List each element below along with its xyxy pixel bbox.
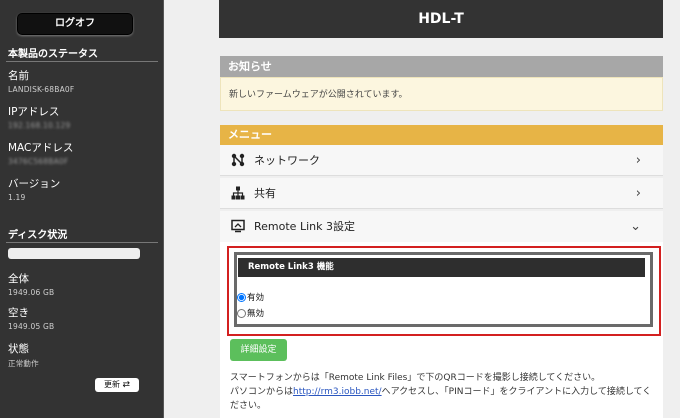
logoff-button[interactable]: ログオフ: [17, 13, 133, 35]
disk-usage-bar: [8, 248, 140, 259]
disk-title: ディスク状況: [8, 230, 68, 241]
menu-item-label: ネットワーク: [254, 154, 320, 167]
help-suffix: へアクセスし、「PINコード」をクライアントに入力して接続してく: [381, 387, 652, 397]
menu-item-label: Remote Link 3設定: [254, 220, 355, 233]
chevron-down-icon: ⌄: [630, 219, 641, 234]
mac-label: MACアドレス: [8, 142, 74, 154]
refresh-icon: ⇄: [122, 380, 131, 390]
help-text-pc: パソコンからはhttp://rm3.iobb.net/へアクセスし、「PINコー…: [230, 384, 651, 397]
disabled-label: 無効: [247, 309, 265, 319]
refresh-label: 更新: [103, 380, 120, 389]
detail-settings-button[interactable]: 詳細設定: [230, 339, 287, 361]
free-label: 空き: [8, 307, 29, 319]
refresh-button[interactable]: 更新 ⇄: [95, 378, 139, 392]
help-text-end: ださい。: [230, 401, 267, 411]
chevron-right-icon: ›: [635, 153, 641, 168]
remote-link-url[interactable]: http://rm3.iobb.net/: [293, 387, 382, 397]
status-title: 本製品のステータス: [8, 49, 98, 60]
help-text-smartphone: スマートフォンからは「Remote Link Files」で下のQRコードを撮影…: [230, 373, 601, 383]
news-title: お知らせ: [220, 56, 663, 77]
total-label: 全体: [8, 273, 29, 285]
menu-item-share[interactable]: 共有 ›: [220, 178, 663, 209]
name-value: LANDISK-68BA0F: [8, 85, 75, 94]
disabled-radio[interactable]: [237, 308, 246, 318]
share-icon: [231, 186, 245, 200]
sidebar: ログオフ 本製品のステータス 名前 LANDISK-68BA0F IPアドレス …: [0, 0, 164, 418]
total-value: 1949.06 GB: [8, 288, 55, 297]
news-message: 新しいファームウェアが公開されています。: [220, 77, 663, 111]
version-label: バージョン: [8, 178, 61, 190]
divider: [6, 61, 158, 62]
menu-item-remote-link[interactable]: Remote Link 3設定 ⌄: [220, 211, 663, 242]
chevron-right-icon: ›: [635, 186, 641, 201]
menu-item-network[interactable]: ネットワーク ›: [220, 145, 663, 176]
free-value: 1949.05 GB: [8, 322, 55, 331]
help-prefix: パソコンからは: [230, 387, 294, 397]
version-value: 1.19: [8, 193, 26, 202]
remote-link-icon: [231, 219, 245, 233]
ip-value: 192.168.10.129: [8, 121, 71, 130]
remote-link-function-title: Remote Link3 機能: [238, 258, 645, 277]
menu-item-label: 共有: [254, 187, 276, 200]
menu-title: メニュー: [220, 125, 663, 145]
enabled-label: 有効: [247, 293, 265, 303]
option-enabled[interactable]: 有効: [237, 291, 264, 303]
state-label: 状態: [8, 343, 29, 355]
divider: [6, 242, 158, 243]
mac-value: 3476C568BA0F: [8, 157, 69, 166]
name-label: 名前: [8, 70, 29, 82]
option-disabled[interactable]: 無効: [237, 307, 264, 319]
network-icon: [231, 153, 245, 167]
enabled-radio[interactable]: [237, 292, 246, 302]
state-value: 正常動作: [8, 359, 39, 368]
ip-label: IPアドレス: [8, 106, 60, 118]
page-title: HDL-T: [219, 0, 663, 38]
